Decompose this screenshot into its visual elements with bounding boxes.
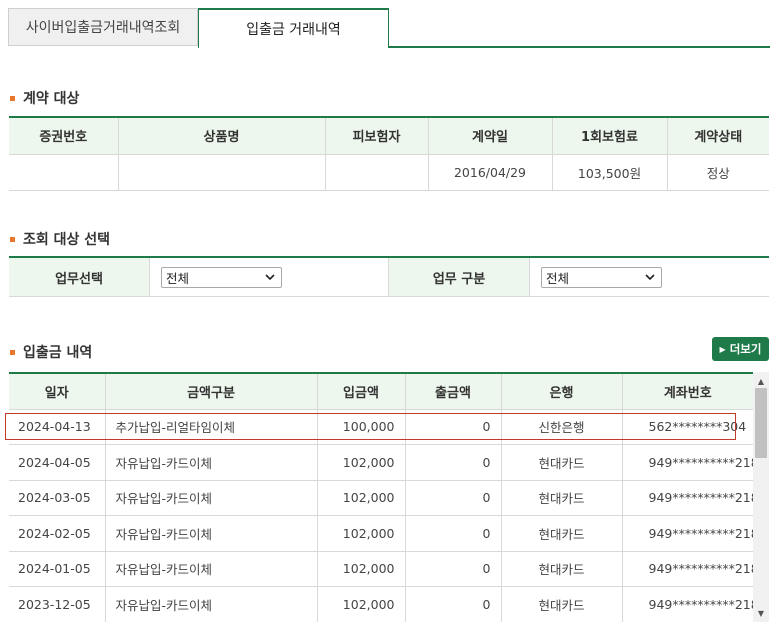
scroll-down-icon[interactable]: ▼	[753, 606, 769, 620]
transactions-header-row: 일자 금액구분 입금액 출금액 은행 계좌번호	[9, 374, 753, 410]
withdrawal-cell: 0	[405, 409, 502, 445]
tab-cyber-transactions[interactable]: 사이버입출금거래내역조회	[8, 8, 198, 46]
contract-row: 2016/04/29 103,500원 정상	[9, 154, 769, 191]
withdrawal-cell: 0	[405, 586, 502, 622]
contract-date: 2016/04/29	[428, 154, 553, 191]
col-withdrawal: 출금액	[405, 374, 502, 410]
work-type-dropdown[interactable]: 전체	[541, 266, 662, 288]
col-contract-date: 계약일	[428, 118, 553, 155]
query-title: 조회 대상 선택	[23, 232, 111, 248]
account-number-cell: 949**********218	[622, 444, 759, 481]
col-date: 일자	[9, 374, 106, 410]
table-row[interactable]: 2023-12-05 자유납입-카드이체 102,000 0 현대카드 949*…	[9, 586, 759, 622]
bank-cell: 현대카드	[501, 586, 623, 622]
date-cell: 2024-01-05	[9, 551, 106, 587]
date-cell: 2024-03-05	[9, 480, 106, 516]
query-form: 업무선택 전체 업무 구분 전체	[9, 256, 769, 297]
work-type-label: 업무 구분	[389, 258, 530, 296]
col-amount-type: 금액구분	[105, 374, 318, 410]
bank-cell: 현대카드	[501, 515, 623, 552]
col-insured: 피보험자	[325, 118, 429, 155]
work-select-dropdown[interactable]: 전체	[161, 266, 282, 288]
date-cell: 2024-02-05	[9, 515, 106, 552]
transactions-title: 입출금 내역	[23, 345, 93, 361]
deposit-cell: 102,000	[317, 586, 406, 622]
col-deposit: 입금액	[317, 374, 406, 410]
amount-type-cell: 자유납입-카드이체	[105, 480, 318, 516]
withdrawal-cell: 0	[405, 551, 502, 587]
account-number-cell: 949**********218	[622, 515, 759, 552]
transactions-section-title: 입출금 내역	[10, 342, 92, 362]
contract-section-title: 계약 대상	[10, 88, 79, 108]
play-icon: ▶	[719, 344, 726, 354]
col-bank: 은행	[501, 374, 623, 410]
withdrawal-cell: 0	[405, 515, 502, 552]
deposit-cell: 102,000	[317, 444, 406, 481]
amount-type-cell: 자유납입-카드이체	[105, 515, 318, 552]
chevron-down-icon	[645, 271, 655, 284]
col-premium: 1회보험료	[552, 118, 668, 155]
tab-bar: 사이버입출금거래내역조회 입출금 거래내역	[8, 8, 770, 48]
work-select-cell: 전체	[150, 258, 389, 296]
more-button[interactable]: ▶ 더보기	[712, 337, 769, 361]
bullet-icon	[10, 95, 15, 101]
col-account-number: 계좌번호	[622, 374, 753, 410]
bank-cell: 현대카드	[501, 480, 623, 516]
table-row[interactable]: 2024-04-13 추가납입-리얼타임이체 100,000 0 신한은행 56…	[9, 409, 753, 445]
contract-status: 정상	[667, 154, 769, 191]
transactions-scrollbar[interactable]: ▲ ▼	[753, 372, 769, 622]
work-type-cell: 전체	[530, 258, 769, 296]
deposit-cell: 102,000	[317, 480, 406, 516]
scrollbar-thumb[interactable]	[755, 388, 767, 458]
amount-type-cell: 자유납입-카드이체	[105, 551, 318, 587]
work-type-value: 전체	[546, 270, 570, 286]
bank-cell: 신한은행	[501, 409, 623, 445]
col-product-name: 상품명	[118, 118, 326, 155]
scroll-up-icon[interactable]: ▲	[753, 374, 769, 388]
work-select-value: 전체	[166, 270, 190, 286]
withdrawal-cell: 0	[405, 480, 502, 516]
product-name	[118, 154, 326, 191]
table-row[interactable]: 2024-03-05 자유납입-카드이체 102,000 0 현대카드 949*…	[9, 480, 759, 516]
account-number-cell: 949**********218	[622, 551, 759, 587]
premium: 103,500원	[552, 154, 668, 191]
bank-cell: 현대카드	[501, 551, 623, 587]
contract-header-row: 증권번호 상품명 피보험자 계약일 1회보험료 계약상태	[9, 118, 769, 155]
account-number-cell: 949**********218	[622, 480, 759, 516]
deposit-cell: 102,000	[317, 515, 406, 552]
insured	[325, 154, 429, 191]
col-contract-status: 계약상태	[667, 118, 769, 155]
transactions-table: 일자 금액구분 입금액 출금액 은행 계좌번호 2024-04-13 추가납입-…	[9, 372, 769, 622]
table-row[interactable]: 2024-02-05 자유납입-카드이체 102,000 0 현대카드 949*…	[9, 515, 759, 552]
bullet-icon	[10, 236, 15, 242]
query-section-title: 조회 대상 선택	[10, 229, 110, 249]
deposit-cell: 100,000	[317, 409, 406, 445]
work-select-label: 업무선택	[9, 258, 150, 296]
amount-type-cell: 자유납입-카드이체	[105, 444, 318, 481]
table-row[interactable]: 2024-01-05 자유납입-카드이체 102,000 0 현대카드 949*…	[9, 551, 759, 587]
deposit-cell: 102,000	[317, 551, 406, 587]
chevron-down-icon	[265, 271, 275, 284]
date-cell: 2024-04-05	[9, 444, 106, 481]
policy-number	[9, 154, 119, 191]
bank-cell: 현대카드	[501, 444, 623, 481]
date-cell: 2024-04-13	[9, 409, 106, 445]
col-policy-number: 증권번호	[9, 118, 119, 155]
date-cell: 2023-12-05	[9, 586, 106, 622]
account-number-cell: 562********304	[622, 409, 753, 445]
amount-type-cell: 자유납입-카드이체	[105, 586, 318, 622]
contract-title: 계약 대상	[23, 91, 80, 107]
contract-table: 증권번호 상품명 피보험자 계약일 1회보험료 계약상태 2016/04/29 …	[9, 116, 769, 191]
bullet-icon	[10, 349, 15, 355]
amount-type-cell: 추가납입-리얼타임이체	[105, 409, 318, 445]
account-number-cell: 949**********218	[622, 586, 759, 622]
tab-deposit-withdrawal[interactable]: 입출금 거래내역	[198, 8, 389, 48]
withdrawal-cell: 0	[405, 444, 502, 481]
table-row[interactable]: 2024-04-05 자유납입-카드이체 102,000 0 현대카드 949*…	[9, 444, 759, 481]
more-button-label: 더보기	[729, 342, 762, 356]
